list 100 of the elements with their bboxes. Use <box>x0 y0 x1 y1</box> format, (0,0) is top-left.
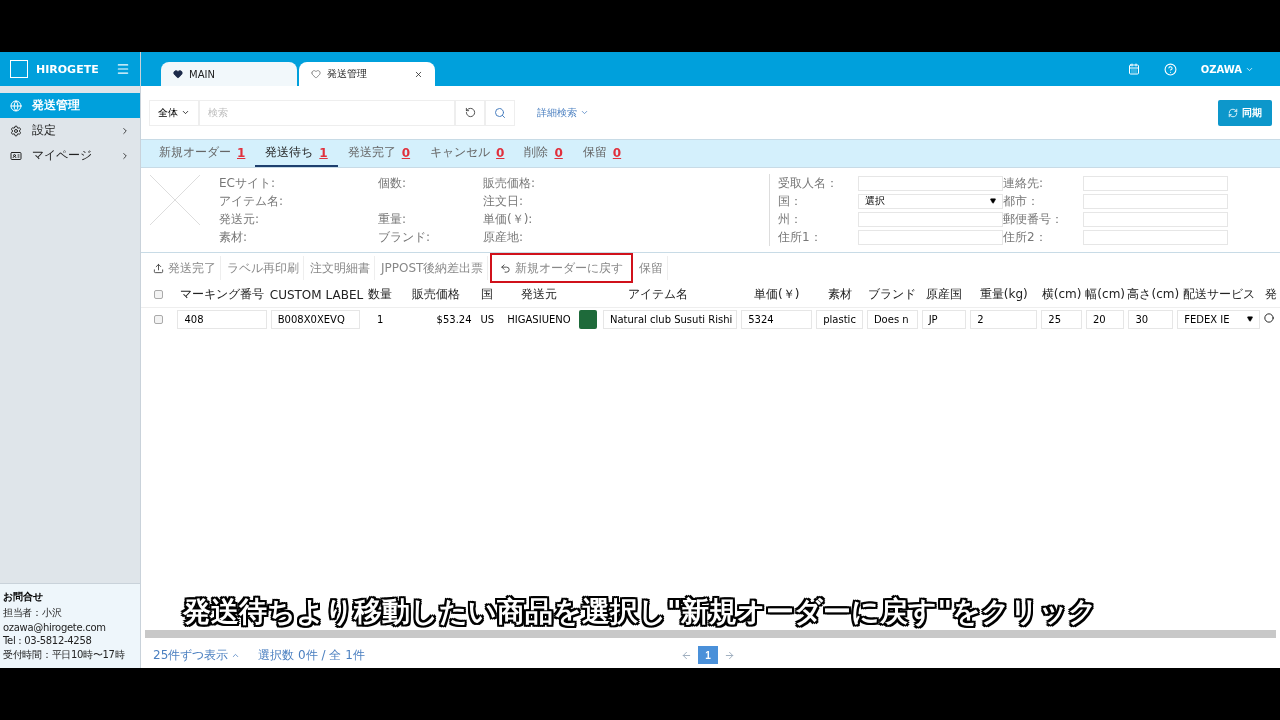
input-field[interactable] <box>1083 229 1228 245</box>
status-tab[interactable]: 発送待ち 1 <box>255 140 338 167</box>
cell-input[interactable]: Natural club Susuti Rishi <box>603 309 738 329</box>
settings-icon <box>10 124 22 137</box>
tab[interactable]: MAIN <box>161 62 297 86</box>
status-tab[interactable]: 発送完了 0 <box>337 140 421 167</box>
field-label: 販売価格: <box>483 174 537 192</box>
sidebar-item[interactable]: 発送管理 <box>0 93 140 118</box>
field-label: 原産地: <box>483 228 525 246</box>
field-label: 重量: <box>378 210 408 228</box>
field-label: ECサイト: <box>219 174 276 192</box>
field-label: 個数: <box>378 174 408 192</box>
status-tab-label[interactable]: 発送完了 <box>347 144 396 161</box>
column-header: アイテム名 <box>628 287 689 302</box>
photo-placeholder <box>579 309 597 329</box>
advanced-search-link[interactable]: 詳細検索 <box>537 105 589 120</box>
column-header: ブランド <box>868 287 917 302</box>
next-arrow-icon[interactable] <box>724 649 735 661</box>
help-icon[interactable] <box>1163 62 1177 76</box>
column-header: マーキング番号 <box>180 287 265 302</box>
page-size-dropdown[interactable]: 25件ずつ表示 <box>153 646 241 664</box>
field-label: アイテム名: <box>219 192 285 210</box>
field-label: 州： <box>778 210 803 228</box>
cell-input[interactable]: Does n <box>866 309 918 329</box>
count-link[interactable]: 0 <box>612 145 622 160</box>
status-tab[interactable]: 保留 0 <box>572 140 632 167</box>
calendar-icon[interactable] <box>1127 63 1140 75</box>
search-field[interactable]: 検索 <box>199 99 455 126</box>
status-tab[interactable]: 削除 0 <box>514 140 573 167</box>
column-header: 数量 <box>368 287 393 302</box>
cell-input[interactable]: JP <box>921 309 967 329</box>
sync-button[interactable]: 同期 <box>1218 99 1272 126</box>
contact-title: お問合せ <box>3 590 44 604</box>
cell-input[interactable]: 408 <box>177 309 267 329</box>
table-cell: US <box>480 313 495 325</box>
caret-icon <box>990 198 996 204</box>
field-label: 発送元: <box>219 210 261 228</box>
horizontal-scrollbar[interactable] <box>145 630 1276 638</box>
sidebar-item[interactable]: 設定 <box>0 118 140 143</box>
action-button[interactable]: 新規オーダーに戻す <box>490 253 634 283</box>
input-field[interactable] <box>858 175 1003 191</box>
cell-input[interactable]: plastic <box>816 309 863 329</box>
sidebar-item[interactable]: マイページ <box>0 143 140 168</box>
row-checkbox[interactable] <box>153 314 163 324</box>
status-tab-label[interactable]: キャンセル <box>430 144 491 161</box>
count-link[interactable]: 0 <box>496 145 505 160</box>
page-button[interactable]: 1 <box>698 646 718 664</box>
cell-input[interactable]: 25 <box>1041 309 1082 329</box>
field-label: 注文日: <box>483 192 525 210</box>
column-header: 高さ(cm) <box>1127 287 1180 302</box>
column-header: 幅(cm) <box>1085 287 1125 302</box>
status-tab[interactable]: キャンセル 0 <box>420 140 515 167</box>
chevron-down-icon <box>181 108 190 117</box>
refresh-button[interactable] <box>455 99 485 126</box>
cell-input[interactable]: 20 <box>1085 309 1125 329</box>
shipping-select[interactable]: FEDEX IE <box>1177 309 1261 329</box>
tab[interactable]: 発送管理 <box>299 62 435 86</box>
radio-icon[interactable] <box>1264 313 1275 324</box>
menu-icon[interactable] <box>116 62 130 76</box>
contact-line: 担当者：小沢 <box>3 606 63 620</box>
chevron-right-icon <box>120 150 130 161</box>
input-field[interactable] <box>858 211 1003 227</box>
input-field[interactable] <box>1083 211 1228 227</box>
field-label: 住所2： <box>1003 228 1048 246</box>
contact-line: Tel : 03-5812-4258 <box>3 635 93 646</box>
table-cell: HIGASIUENO <box>507 313 571 325</box>
subtitle-caption: 発送待ちより移動したい商品を選択し"新規オーダーに戻す"をクリック <box>182 597 1098 627</box>
cell-input[interactable]: 5324 <box>741 309 813 329</box>
search-button[interactable] <box>485 99 515 126</box>
count-link[interactable]: 0 <box>401 145 411 160</box>
status-tab-label[interactable]: 発送待ち <box>265 144 314 161</box>
close-icon[interactable] <box>414 69 423 79</box>
field-label: 郵便番号： <box>1003 210 1064 228</box>
scope-dropdown[interactable]: 全体 <box>149 99 199 126</box>
logo-icon <box>10 60 28 78</box>
prev-arrow-icon[interactable] <box>681 649 692 661</box>
input-field[interactable] <box>1083 193 1228 209</box>
input-field[interactable] <box>858 229 1003 245</box>
contact-line: 受付時間：平日10時〜17時 <box>3 648 126 662</box>
select-all-checkbox[interactable] <box>153 290 163 300</box>
app-name: HIROGETE <box>36 62 100 76</box>
cell-input[interactable]: 2 <box>970 309 1038 329</box>
cell-input[interactable]: B008X0XEVQ <box>270 309 361 329</box>
cell-input[interactable]: 30 <box>1128 309 1174 329</box>
status-tab-label[interactable]: 削除 <box>524 144 549 161</box>
heart-icon <box>173 69 183 79</box>
search-icon <box>494 106 506 119</box>
count-link[interactable]: 1 <box>319 145 328 160</box>
field-label: 国： <box>778 192 803 210</box>
action-button[interactable]: JPPOST後納差出票 <box>377 256 489 280</box>
status-tab-label[interactable]: 保留 <box>582 144 607 161</box>
status-tab[interactable]: 新規オーダー 1 <box>149 140 256 167</box>
status-tab-label[interactable]: 新規オーダー <box>159 144 231 161</box>
user-menu[interactable]: OZAWA <box>1200 63 1254 75</box>
input-field[interactable] <box>1083 175 1228 191</box>
country-select[interactable]: 選択 <box>858 193 1003 209</box>
field-label: 都市： <box>1003 192 1040 210</box>
refresh-icon <box>1228 107 1238 118</box>
count-link[interactable]: 1 <box>237 145 246 160</box>
count-link[interactable]: 0 <box>554 145 563 160</box>
